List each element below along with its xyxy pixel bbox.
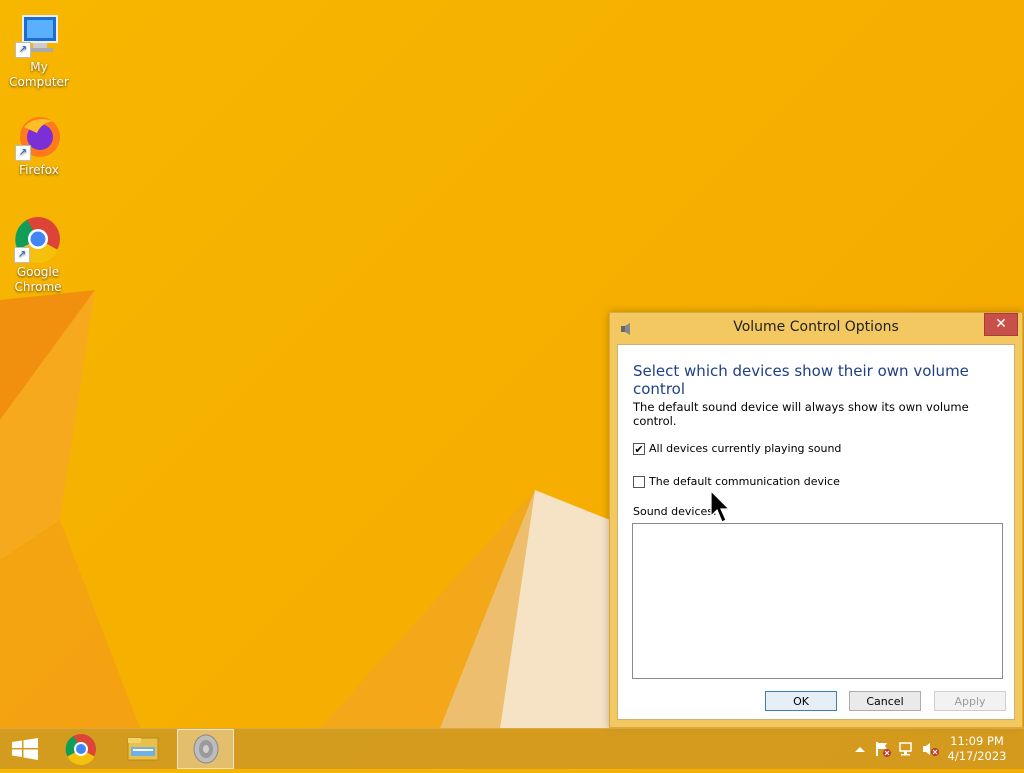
desktop-icon-label: Google Chrome	[14, 265, 62, 294]
dialog-description: The default sound device will always sho…	[633, 400, 969, 428]
checkbox-default-communication-row[interactable]: The default communication device	[633, 475, 840, 488]
desktop-icon-label: Firefox	[19, 163, 59, 177]
checkbox-all-devices-label: All devices currently playing sound	[649, 442, 842, 455]
sound-devices-list[interactable]	[632, 523, 1003, 679]
dialog-titlebar[interactable]: Volume Control Options ✕	[610, 313, 1022, 343]
clock-time: 11:09 PM	[950, 734, 1004, 748]
checkmark-icon: ✔	[634, 442, 644, 456]
checkbox-all-devices-row[interactable]: ✔ All devices currently playing sound	[633, 442, 841, 455]
checkbox-default-communication[interactable]	[633, 475, 645, 488]
dialog-heading: Select which devices show their own volu…	[633, 362, 969, 398]
desktop-icon-firefox[interactable]: ↗ Firefox	[0, 113, 78, 178]
desktop-icon-label: My Computer	[9, 60, 69, 89]
taskbar-chrome[interactable]	[55, 729, 107, 769]
start-icon	[12, 738, 38, 760]
network-icon[interactable]	[898, 741, 914, 757]
speaker-icon	[193, 734, 219, 764]
checkbox-default-communication-label: The default communication device	[649, 475, 840, 488]
clock-date: 4/17/2023	[947, 749, 1007, 763]
firefox-icon: ↗	[15, 113, 63, 161]
taskbar-volume-control[interactable]	[177, 729, 234, 769]
dialog-content: Select which devices show their own volu…	[617, 344, 1015, 720]
shortcut-arrow-icon: ↗	[15, 145, 31, 161]
apply-button[interactable]: Apply	[934, 691, 1006, 711]
desktop-icon-google-chrome[interactable]: ↗ Google Chrome	[0, 215, 76, 295]
computer-icon: ↗	[15, 10, 63, 58]
shortcut-arrow-icon: ↗	[14, 247, 30, 263]
close-button[interactable]: ✕	[984, 313, 1018, 336]
ok-button[interactable]: OK	[765, 691, 837, 711]
chrome-icon	[65, 734, 96, 765]
shortcut-arrow-icon: ↗	[15, 42, 31, 58]
show-hidden-icons-icon[interactable]	[852, 741, 868, 757]
sound-devices-label: Sound devices:	[633, 505, 717, 518]
taskbar-clock[interactable]: 11:09 PM 4/17/2023	[947, 734, 1007, 764]
cancel-button[interactable]: Cancel	[849, 691, 921, 711]
action-center-flag-icon[interactable]	[874, 741, 891, 757]
close-icon: ✕	[995, 316, 1007, 332]
taskbar-file-explorer[interactable]	[117, 729, 169, 769]
start-button[interactable]	[0, 729, 52, 769]
chrome-icon: ↗	[14, 215, 62, 263]
volume-muted-icon[interactable]	[922, 741, 939, 757]
desktop-icon-my-computer[interactable]: ↗ My Computer	[0, 10, 78, 90]
checkbox-all-devices[interactable]: ✔	[633, 442, 645, 456]
file-explorer-icon	[127, 737, 159, 761]
taskbar: 11:09 PM 4/17/2023	[0, 728, 1024, 769]
mouse-cursor-icon	[710, 490, 731, 523]
dialog-title: Volume Control Options	[733, 319, 899, 335]
volume-control-options-dialog: Volume Control Options ✕ Select which de…	[609, 312, 1023, 728]
